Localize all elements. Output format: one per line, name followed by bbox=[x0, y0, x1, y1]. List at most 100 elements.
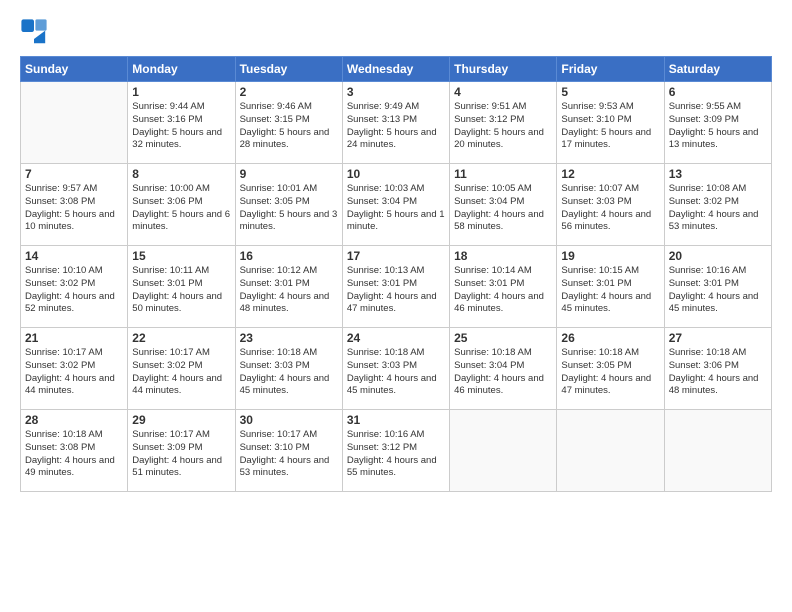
calendar-cell: 18 Sunrise: 10:14 AM Sunset: 3:01 PM Dayl… bbox=[450, 246, 557, 328]
weekday-header: Saturday bbox=[664, 57, 771, 82]
day-info: Sunrise: 10:05 AM Sunset: 3:04 PM Daylig… bbox=[454, 183, 552, 234]
calendar-cell: 23 Sunrise: 10:18 AM Sunset: 3:03 PM Dayl… bbox=[235, 328, 342, 410]
calendar-week-row: 7 Sunrise: 9:57 AM Sunset: 3:08 PM Daylig… bbox=[21, 164, 772, 246]
day-info: Sunrise: 10:17 AM Sunset: 3:02 PM Daylig… bbox=[132, 347, 230, 398]
day-info: Sunrise: 10:03 AM Sunset: 3:04 PM Daylig… bbox=[347, 183, 445, 234]
calendar-cell bbox=[21, 82, 128, 164]
calendar-cell: 13 Sunrise: 10:08 AM Sunset: 3:02 PM Dayl… bbox=[664, 164, 771, 246]
day-number: 2 bbox=[240, 85, 338, 99]
calendar-cell: 16 Sunrise: 10:12 AM Sunset: 3:01 PM Dayl… bbox=[235, 246, 342, 328]
day-info: Sunrise: 10:18 AM Sunset: 3:03 PM Daylig… bbox=[240, 347, 338, 398]
weekday-header-row: SundayMondayTuesdayWednesdayThursdayFrid… bbox=[21, 57, 772, 82]
calendar-cell: 2 Sunrise: 9:46 AM Sunset: 3:15 PM Daylig… bbox=[235, 82, 342, 164]
day-info: Sunrise: 10:18 AM Sunset: 3:08 PM Daylig… bbox=[25, 429, 123, 480]
day-number: 22 bbox=[132, 331, 230, 345]
calendar-cell: 6 Sunrise: 9:55 AM Sunset: 3:09 PM Daylig… bbox=[664, 82, 771, 164]
calendar-cell: 17Sunrise: 10:13 AM Sunset: 3:01 PM Dayl… bbox=[342, 246, 449, 328]
calendar-cell bbox=[557, 410, 664, 492]
day-number: 23 bbox=[240, 331, 338, 345]
calendar-cell: 4Sunrise: 9:51 AM Sunset: 3:12 PM Daylig… bbox=[450, 82, 557, 164]
day-info: Sunrise: 10:07 AM Sunset: 3:03 PM Daylig… bbox=[561, 183, 659, 234]
calendar-week-row: 14Sunrise: 10:10 AM Sunset: 3:02 PM Dayl… bbox=[21, 246, 772, 328]
day-info: Sunrise: 10:17 AM Sunset: 3:02 PM Daylig… bbox=[25, 347, 123, 398]
weekday-header: Friday bbox=[557, 57, 664, 82]
calendar-cell: 29 Sunrise: 10:17 AM Sunset: 3:09 PM Dayl… bbox=[128, 410, 235, 492]
weekday-header: Sunday bbox=[21, 57, 128, 82]
day-number: 7 bbox=[25, 167, 123, 181]
day-info: Sunrise: 10:18 AM Sunset: 3:05 PM Daylig… bbox=[561, 347, 659, 398]
day-info: Sunrise: 10:17 AM Sunset: 3:09 PM Daylig… bbox=[132, 429, 230, 480]
day-number: 11 bbox=[454, 167, 552, 181]
calendar-cell: 15 Sunrise: 10:11 AM Sunset: 3:01 PM Dayl… bbox=[128, 246, 235, 328]
calendar-cell bbox=[450, 410, 557, 492]
day-number: 13 bbox=[669, 167, 767, 181]
day-number: 20 bbox=[669, 249, 767, 263]
day-number: 8 bbox=[132, 167, 230, 181]
day-info: Sunrise: 9:57 AM Sunset: 3:08 PM Dayligh… bbox=[25, 183, 123, 234]
day-info: Sunrise: 9:53 AM Sunset: 3:10 PM Dayligh… bbox=[561, 101, 659, 152]
weekday-header: Monday bbox=[128, 57, 235, 82]
day-number: 31 bbox=[347, 413, 445, 427]
day-number: 5 bbox=[561, 85, 659, 99]
day-number: 29 bbox=[132, 413, 230, 427]
day-number: 9 bbox=[240, 167, 338, 181]
day-number: 15 bbox=[132, 249, 230, 263]
calendar-cell: 28Sunrise: 10:18 AM Sunset: 3:08 PM Dayl… bbox=[21, 410, 128, 492]
day-number: 16 bbox=[240, 249, 338, 263]
day-number: 12 bbox=[561, 167, 659, 181]
day-info: Sunrise: 10:18 AM Sunset: 3:04 PM Daylig… bbox=[454, 347, 552, 398]
day-number: 30 bbox=[240, 413, 338, 427]
day-info: Sunrise: 9:44 AM Sunset: 3:16 PM Dayligh… bbox=[132, 101, 230, 152]
day-info: Sunrise: 10:14 AM Sunset: 3:01 PM Daylig… bbox=[454, 265, 552, 316]
calendar-cell: 24 Sunrise: 10:18 AM Sunset: 3:03 PM Dayl… bbox=[342, 328, 449, 410]
calendar-cell: 14Sunrise: 10:10 AM Sunset: 3:02 PM Dayl… bbox=[21, 246, 128, 328]
day-number: 19 bbox=[561, 249, 659, 263]
calendar-cell: 11 Sunrise: 10:05 AM Sunset: 3:04 PM Dayl… bbox=[450, 164, 557, 246]
day-info: Sunrise: 9:46 AM Sunset: 3:15 PM Dayligh… bbox=[240, 101, 338, 152]
day-info: Sunrise: 9:49 AM Sunset: 3:13 PM Dayligh… bbox=[347, 101, 445, 152]
day-number: 24 bbox=[347, 331, 445, 345]
weekday-header: Tuesday bbox=[235, 57, 342, 82]
calendar-cell: 5 Sunrise: 9:53 AM Sunset: 3:10 PM Daylig… bbox=[557, 82, 664, 164]
calendar: SundayMondayTuesdayWednesdayThursdayFrid… bbox=[20, 56, 772, 492]
calendar-cell: 26 Sunrise: 10:18 AM Sunset: 3:05 PM Dayl… bbox=[557, 328, 664, 410]
day-info: Sunrise: 10:01 AM Sunset: 3:05 PM Daylig… bbox=[240, 183, 338, 234]
calendar-cell: 27 Sunrise: 10:18 AM Sunset: 3:06 PM Dayl… bbox=[664, 328, 771, 410]
day-info: Sunrise: 10:08 AM Sunset: 3:02 PM Daylig… bbox=[669, 183, 767, 234]
day-info: Sunrise: 10:18 AM Sunset: 3:03 PM Daylig… bbox=[347, 347, 445, 398]
page: SundayMondayTuesdayWednesdayThursdayFrid… bbox=[0, 0, 792, 612]
calendar-cell: 7 Sunrise: 9:57 AM Sunset: 3:08 PM Daylig… bbox=[21, 164, 128, 246]
day-number: 17 bbox=[347, 249, 445, 263]
calendar-cell: 20Sunrise: 10:16 AM Sunset: 3:01 PM Dayl… bbox=[664, 246, 771, 328]
day-number: 3 bbox=[347, 85, 445, 99]
calendar-cell: 8 Sunrise: 10:00 AM Sunset: 3:06 PM Dayli… bbox=[128, 164, 235, 246]
calendar-week-row: 28Sunrise: 10:18 AM Sunset: 3:08 PM Dayl… bbox=[21, 410, 772, 492]
calendar-cell: 3 Sunrise: 9:49 AM Sunset: 3:13 PM Daylig… bbox=[342, 82, 449, 164]
day-number: 25 bbox=[454, 331, 552, 345]
calendar-cell: 25 Sunrise: 10:18 AM Sunset: 3:04 PM Dayl… bbox=[450, 328, 557, 410]
header bbox=[20, 18, 772, 46]
calendar-cell: 10 Sunrise: 10:03 AM Sunset: 3:04 PM Dayl… bbox=[342, 164, 449, 246]
day-info: Sunrise: 10:10 AM Sunset: 3:02 PM Daylig… bbox=[25, 265, 123, 316]
day-info: Sunrise: 9:55 AM Sunset: 3:09 PM Dayligh… bbox=[669, 101, 767, 152]
day-number: 18 bbox=[454, 249, 552, 263]
day-number: 26 bbox=[561, 331, 659, 345]
day-number: 27 bbox=[669, 331, 767, 345]
day-info: Sunrise: 10:00 AM Sunset: 3:06 PM Daylig… bbox=[132, 183, 230, 234]
day-info: Sunrise: 10:18 AM Sunset: 3:06 PM Daylig… bbox=[669, 347, 767, 398]
logo bbox=[20, 18, 50, 46]
logo-icon bbox=[20, 18, 48, 46]
day-number: 10 bbox=[347, 167, 445, 181]
calendar-cell: 9 Sunrise: 10:01 AM Sunset: 3:05 PM Dayli… bbox=[235, 164, 342, 246]
calendar-cell: 21 Sunrise: 10:17 AM Sunset: 3:02 PM Dayl… bbox=[21, 328, 128, 410]
calendar-cell: 22 Sunrise: 10:17 AM Sunset: 3:02 PM Dayl… bbox=[128, 328, 235, 410]
day-number: 21 bbox=[25, 331, 123, 345]
day-info: Sunrise: 10:11 AM Sunset: 3:01 PM Daylig… bbox=[132, 265, 230, 316]
day-number: 6 bbox=[669, 85, 767, 99]
calendar-cell: 12 Sunrise: 10:07 AM Sunset: 3:03 PM Dayl… bbox=[557, 164, 664, 246]
day-info: Sunrise: 10:12 AM Sunset: 3:01 PM Daylig… bbox=[240, 265, 338, 316]
calendar-cell: 1 Sunrise: 9:44 AM Sunset: 3:16 PM Daylig… bbox=[128, 82, 235, 164]
calendar-week-row: 21 Sunrise: 10:17 AM Sunset: 3:02 PM Dayl… bbox=[21, 328, 772, 410]
calendar-week-row: 1 Sunrise: 9:44 AM Sunset: 3:16 PM Daylig… bbox=[21, 82, 772, 164]
day-number: 1 bbox=[132, 85, 230, 99]
